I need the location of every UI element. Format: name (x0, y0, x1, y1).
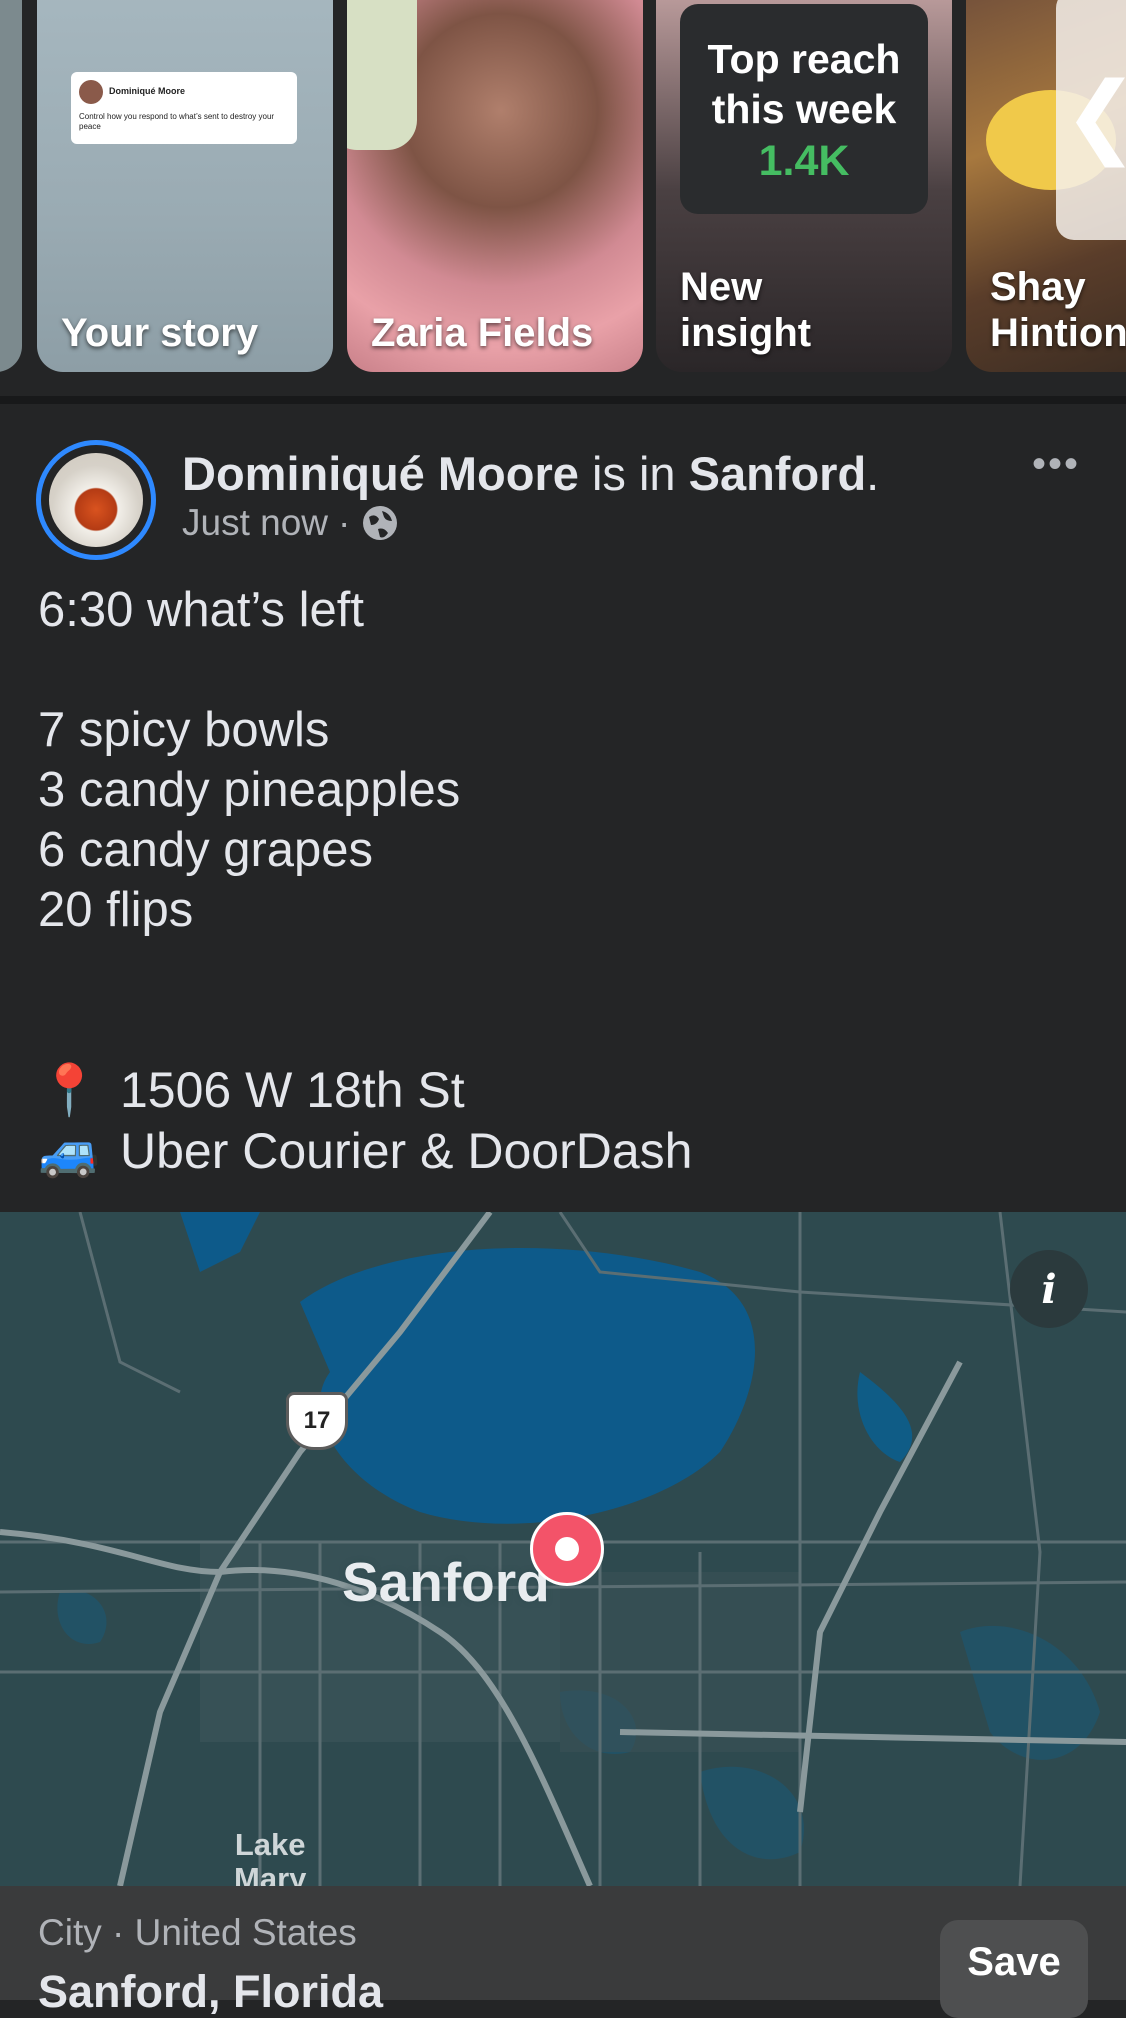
post-timestamp[interactable]: Just now (182, 502, 328, 544)
story-label: Zaria Fields (371, 311, 594, 355)
header-period: . (866, 447, 880, 500)
avatar-image (49, 453, 143, 547)
route-shield-icon: 17 (286, 1392, 348, 1450)
place-link[interactable]: Sanford (689, 447, 867, 500)
header-connector: is in (591, 447, 676, 500)
story-preview-card: Dominiqué Moore Control how you respond … (71, 72, 297, 144)
map-city-label: Sanford (342, 1551, 550, 1613)
meta-separator: · (338, 502, 351, 543)
story-label: Your story (61, 311, 259, 355)
story-card-new-insight[interactable]: Top reach this week 1.4K New insight (656, 0, 952, 372)
map-info-icon[interactable]: i (1010, 1250, 1088, 1328)
post-text-line (38, 640, 1098, 700)
map-nearby-label: Lake Mary (234, 1827, 307, 1887)
author-name[interactable]: Dominiqué Moore (182, 447, 579, 500)
preview-text: Control how you respond to what’s sent t… (79, 112, 275, 131)
author-avatar[interactable] (36, 440, 156, 560)
preview-avatar (79, 80, 103, 104)
place-name: Sanford, Florida (38, 1966, 384, 2017)
insight-value: 1.4K (758, 137, 850, 185)
stories-row: Dominiqué Moore Control how you respond … (0, 0, 1126, 398)
insight-card: Top reach this week 1.4K (680, 4, 928, 214)
stories-nav-arrow-icon[interactable]: ❮ (1056, 0, 1126, 240)
post-text: 6:30 what’s left 7 spicy bowls 3 candy p… (38, 580, 1098, 940)
delivery-row: 🚙 Uber Courier & DoorDash (38, 1121, 692, 1182)
story-label: Shay Hintion (990, 265, 1126, 355)
delivery-text: Uber Courier & DoorDash (120, 1123, 693, 1179)
address-row: 📍 1506 W 18th St (38, 1060, 692, 1121)
insight-title: Top reach this week (707, 36, 901, 132)
post-text-line: 20 flips (38, 883, 194, 937)
post-header: Dominiqué Moore is in Sanford. (182, 444, 879, 504)
car-emoji-icon: 🚙 (38, 1123, 101, 1179)
globe-icon (363, 506, 398, 540)
place-card[interactable]: City · United States Sanford, Florida Sa… (0, 1886, 1126, 2018)
post-text-line: 3 candy pineapples (38, 763, 461, 817)
preview-name: Dominiqué Moore (109, 86, 185, 96)
address-text: 1506 W 18th St (120, 1062, 465, 1118)
location-map[interactable]: 17 Sanford Lake Mary i (0, 1212, 1126, 1886)
post-meta: Just now · (182, 502, 400, 544)
post-text-line: 6 candy grapes (38, 823, 374, 877)
pin-emoji-icon: 📍 (38, 1062, 101, 1118)
story-label: New insight (680, 265, 812, 355)
map-pin-icon (530, 1512, 604, 1586)
post-text-line: 7 spicy bowls (38, 703, 330, 757)
story-card-your-story[interactable]: Dominiqué Moore Control how you respond … (37, 0, 333, 372)
place-subtitle: City · United States (38, 1912, 357, 1953)
post-address-block: 📍 1506 W 18th St 🚙 Uber Courier & DoorDa… (38, 1060, 692, 1182)
story-card-zaria-fields[interactable]: Zaria Fields (347, 0, 643, 372)
section-divider (0, 396, 1126, 404)
more-options-icon[interactable]: ••• (1032, 442, 1080, 487)
story-photo-background (347, 0, 417, 150)
post-text-line: 6:30 what’s left (38, 583, 364, 637)
story-card-partial[interactable] (0, 0, 22, 372)
save-button[interactable]: Save (940, 1920, 1088, 2018)
